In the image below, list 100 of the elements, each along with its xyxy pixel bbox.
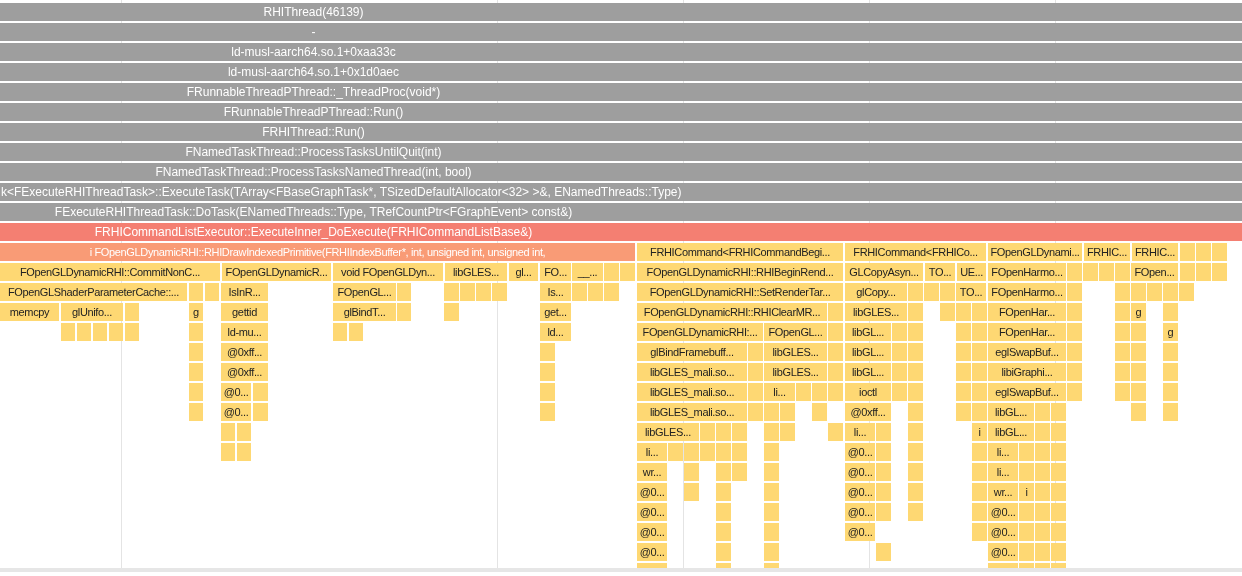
stack-frame[interactable] <box>189 283 203 301</box>
stack-frame[interactable] <box>892 323 907 341</box>
stack-frame[interactable] <box>828 343 843 361</box>
stack-frame[interactable] <box>716 543 731 561</box>
stack-frame[interactable] <box>908 503 923 521</box>
stack-frame[interactable] <box>780 423 795 441</box>
stack-frame[interactable]: libGLES... <box>764 363 827 381</box>
stack-frame[interactable]: FOpenGL... <box>333 283 396 301</box>
stack-frame[interactable] <box>892 383 907 401</box>
stack-frame[interactable] <box>1180 263 1195 281</box>
stack-frame[interactable]: FOpenHarmo... <box>988 283 1066 301</box>
stack-frame[interactable]: libGLES_mali.so... <box>637 383 747 401</box>
stack-frame[interactable]: libGLES_mali.so... <box>637 363 747 381</box>
stack-frame[interactable]: FOpenGLDynamicRHI::SetRenderTar... <box>637 283 843 301</box>
stack-frame[interactable]: libGL... <box>845 343 891 361</box>
stack-frame[interactable] <box>684 463 699 481</box>
stack-frame[interactable] <box>1163 343 1178 361</box>
stack-frame[interactable]: gettid <box>221 303 268 321</box>
stack-frame[interactable] <box>908 483 923 501</box>
stack-frame[interactable] <box>397 283 411 301</box>
stack-frame[interactable] <box>237 443 251 461</box>
stack-frame[interactable] <box>1115 263 1130 281</box>
stack-frame[interactable]: IsInR... <box>221 283 268 301</box>
stack-frame[interactable] <box>189 343 203 361</box>
stack-frame[interactable] <box>956 383 971 401</box>
stack-frame[interactable] <box>812 403 827 421</box>
stack-frame[interactable] <box>908 423 923 441</box>
stack-frame[interactable] <box>1115 283 1130 301</box>
stack-frame[interactable]: @0... <box>637 543 667 561</box>
stack-frame[interactable]: @0... <box>637 503 667 521</box>
stack-frame[interactable]: eglSwapBuf... <box>988 343 1066 361</box>
stack-frame[interactable]: FRHICommand<FRHICo... <box>845 243 986 261</box>
stack-frame[interactable]: g <box>1163 323 1178 341</box>
stack-frame[interactable] <box>109 323 123 341</box>
stack-frame[interactable] <box>397 303 411 321</box>
stack-frame[interactable] <box>460 283 475 301</box>
stack-frame[interactable] <box>1196 263 1211 281</box>
stack-frame[interactable] <box>1179 283 1194 301</box>
stack-frame[interactable]: FOpenGLDynami... <box>988 243 1082 261</box>
stack-frame[interactable] <box>828 423 843 441</box>
stack-frame[interactable] <box>748 403 763 421</box>
stack-frame[interactable]: FOpenGLDynamicRHI::RHIBeginRend... <box>637 263 843 281</box>
stack-frame[interactable] <box>93 323 107 341</box>
stack-frame[interactable]: Is... <box>540 283 571 301</box>
stack-frame[interactable]: __... <box>572 263 603 281</box>
stack-frame[interactable] <box>972 463 987 481</box>
stack-frame[interactable]: wr... <box>637 463 667 481</box>
stack-frame[interactable] <box>1163 363 1178 381</box>
stack-frame[interactable] <box>1035 543 1050 561</box>
stack-frame[interactable]: FOpen... <box>1131 263 1178 281</box>
stack-frame[interactable]: @0xff... <box>221 343 268 361</box>
stack-frame[interactable] <box>764 443 779 461</box>
stack-frame[interactable]: g <box>189 303 203 321</box>
stack-frame[interactable] <box>540 383 555 401</box>
stack-frame[interactable] <box>1163 303 1178 321</box>
stack-frame[interactable]: i <box>972 423 987 441</box>
stack-frame[interactable] <box>956 343 971 361</box>
stack-frame[interactable]: FO... <box>540 263 571 281</box>
stack-frame[interactable] <box>972 483 987 501</box>
stack-frame[interactable]: libGLES... <box>845 303 907 321</box>
stack-frame[interactable] <box>876 503 891 521</box>
stack-frame[interactable]: FOpenGLShaderParameterCache::... <box>0 283 187 301</box>
stack-frame[interactable] <box>540 343 555 361</box>
stack-frame[interactable]: FRHIC... <box>1132 243 1178 261</box>
stack-frame[interactable] <box>1083 263 1098 281</box>
stack-frame[interactable] <box>668 443 683 461</box>
stack-frame[interactable] <box>700 423 715 441</box>
stack-frame[interactable]: @0... <box>988 503 1018 521</box>
stack-frame[interactable] <box>1131 363 1146 381</box>
stack-frame[interactable] <box>1115 303 1130 321</box>
stack-frame[interactable] <box>828 303 843 321</box>
stack-frame[interactable] <box>908 283 923 301</box>
stack-frame[interactable] <box>1131 323 1146 341</box>
stack-frame[interactable]: ioctl <box>845 383 891 401</box>
stack-frame[interactable] <box>444 303 459 321</box>
stack-frame[interactable] <box>716 503 731 521</box>
stack-frame[interactable] <box>892 343 907 361</box>
stack-frame[interactable] <box>972 303 987 321</box>
stack-frame[interactable] <box>764 523 779 541</box>
stack-frame[interactable] <box>972 443 987 461</box>
stack-frame[interactable] <box>237 423 251 441</box>
stack-frame[interactable] <box>972 343 987 361</box>
stack-frame[interactable] <box>748 363 763 381</box>
stack-frame[interactable] <box>716 443 731 461</box>
stack-frame[interactable] <box>1051 503 1066 521</box>
stack-frame[interactable]: FOpenGLDynamicR... <box>222 263 331 281</box>
stack-frame[interactable]: g <box>1131 303 1146 321</box>
stack-frame[interactable]: glUnifo... <box>61 303 123 321</box>
stack-frame[interactable] <box>1051 443 1066 461</box>
stack-frame[interactable] <box>972 523 987 541</box>
stack-frame[interactable] <box>189 403 203 421</box>
stack-frame[interactable]: @0... <box>845 503 875 521</box>
stack-frame[interactable] <box>1035 483 1050 501</box>
stack-frame[interactable]: @0... <box>845 443 875 461</box>
stack-frame[interactable] <box>940 283 955 301</box>
stack-frame[interactable] <box>1067 343 1082 361</box>
stack-frame[interactable] <box>1035 523 1050 541</box>
stack-frame[interactable]: GLCopyAsyn... <box>845 263 923 281</box>
stack-frame[interactable] <box>1163 383 1178 401</box>
stack-frame[interactable] <box>764 483 779 501</box>
